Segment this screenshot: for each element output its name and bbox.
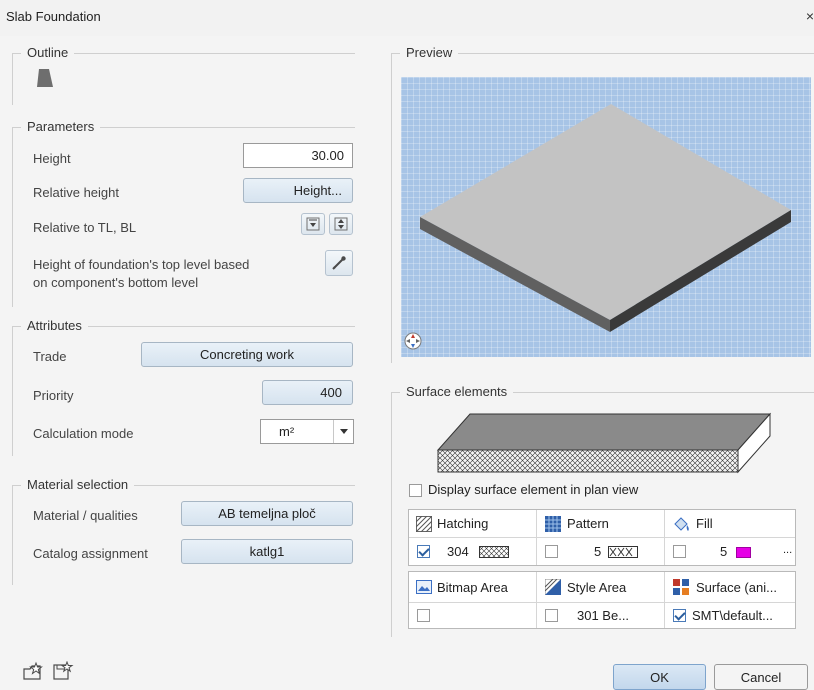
chevron-down-icon[interactable] [333, 420, 353, 443]
catalog-label: Catalog assignment [33, 546, 148, 561]
surface-animation-icon [673, 579, 689, 595]
surface-checkbox[interactable] [673, 609, 686, 622]
catalog-button[interactable]: katlg1 [181, 539, 353, 564]
style-area-icon [545, 579, 561, 595]
title-bar: Slab Foundation × [0, 0, 814, 36]
surface-value: SMT\default... [692, 608, 773, 623]
material-group: Material selection [12, 477, 355, 585]
surface-slab-diagram [436, 412, 772, 474]
favorites-save-icon[interactable] [52, 661, 74, 681]
relative-height-button[interactable]: Height... [243, 178, 353, 203]
relative-to-label: Relative to TL, BL [33, 220, 137, 235]
surface-table-row1: Hatching Pattern Fill 304 5 5 ... [408, 509, 796, 566]
qualities-button[interactable]: AB temeljna ploč [181, 501, 353, 526]
calc-mode-value: m² [279, 424, 295, 439]
style-area-checkbox[interactable] [545, 609, 558, 622]
top-level-label-line1: Height of foundation's top level based [33, 257, 250, 272]
pattern-swatch[interactable] [608, 546, 638, 558]
height-label: Height [33, 151, 71, 166]
hatching-icon [416, 516, 432, 532]
attributes-title: Attributes [21, 318, 88, 333]
style-area-header: Style Area [567, 580, 627, 595]
cancel-button[interactable]: Cancel [714, 664, 808, 690]
material-title: Material selection [21, 477, 135, 492]
priority-button[interactable]: 400 [262, 380, 353, 405]
navigation-icon[interactable] [404, 332, 422, 350]
bitmap-area-header: Bitmap Area [437, 580, 508, 595]
preview-viewport[interactable] [401, 77, 811, 357]
trade-button[interactable]: Concreting work [141, 342, 353, 367]
display-plan-checkbox[interactable] [409, 484, 422, 497]
close-icon[interactable]: × [806, 8, 814, 24]
hatching-checkbox[interactable] [417, 545, 430, 558]
fill-header: Fill [696, 516, 713, 531]
favorites-open-icon[interactable] [22, 661, 44, 681]
display-plan-label: Display surface element in plan view [428, 482, 639, 497]
bitmap-area-icon [416, 580, 432, 594]
fill-checkbox[interactable] [673, 545, 686, 558]
fill-value: 5 [720, 544, 728, 559]
preview-title: Preview [400, 45, 459, 60]
style-area-value: 301 Be... [577, 608, 630, 623]
fill-bucket-icon [674, 517, 689, 531]
calc-mode-select[interactable]: m² [260, 419, 354, 444]
pattern-value: 5 [594, 544, 602, 559]
outline-shape-icon[interactable] [36, 68, 54, 88]
hatching-value: 304 [447, 544, 469, 559]
surface-table-row2: Bitmap Area Style Area Surface (ani... 3… [408, 571, 796, 629]
pattern-checkbox[interactable] [545, 545, 558, 558]
height-input[interactable]: 30.00 [243, 143, 353, 168]
slab-3d-model [420, 104, 791, 332]
outline-group: Outline [12, 45, 355, 105]
calc-mode-label: Calculation mode [33, 426, 134, 441]
hatching-header: Hatching [437, 516, 489, 531]
surface-header: Surface (ani... [696, 580, 777, 595]
align-bottom-icon[interactable] [301, 213, 325, 235]
fill-more[interactable]: ... [783, 544, 792, 556]
pattern-header: Pattern [567, 516, 609, 531]
pick-level-icon[interactable] [325, 250, 353, 276]
fill-color-swatch[interactable] [736, 547, 751, 558]
align-middle-icon[interactable] [329, 213, 353, 235]
window-title: Slab Foundation [6, 9, 101, 24]
bitmap-area-checkbox[interactable] [417, 609, 430, 622]
qualities-label: Material / qualities [33, 508, 138, 523]
parameters-title: Parameters [21, 119, 101, 134]
top-level-label-line2: on component's bottom level [33, 275, 199, 290]
trade-label: Trade [33, 349, 67, 364]
pattern-icon [545, 516, 561, 532]
priority-label: Priority [33, 388, 74, 403]
relative-height-label: Relative height [33, 185, 119, 200]
outline-title: Outline [21, 45, 75, 60]
hatching-swatch[interactable] [479, 546, 509, 558]
surface-title: Surface elements [400, 384, 514, 399]
ok-button[interactable]: OK [613, 664, 706, 690]
